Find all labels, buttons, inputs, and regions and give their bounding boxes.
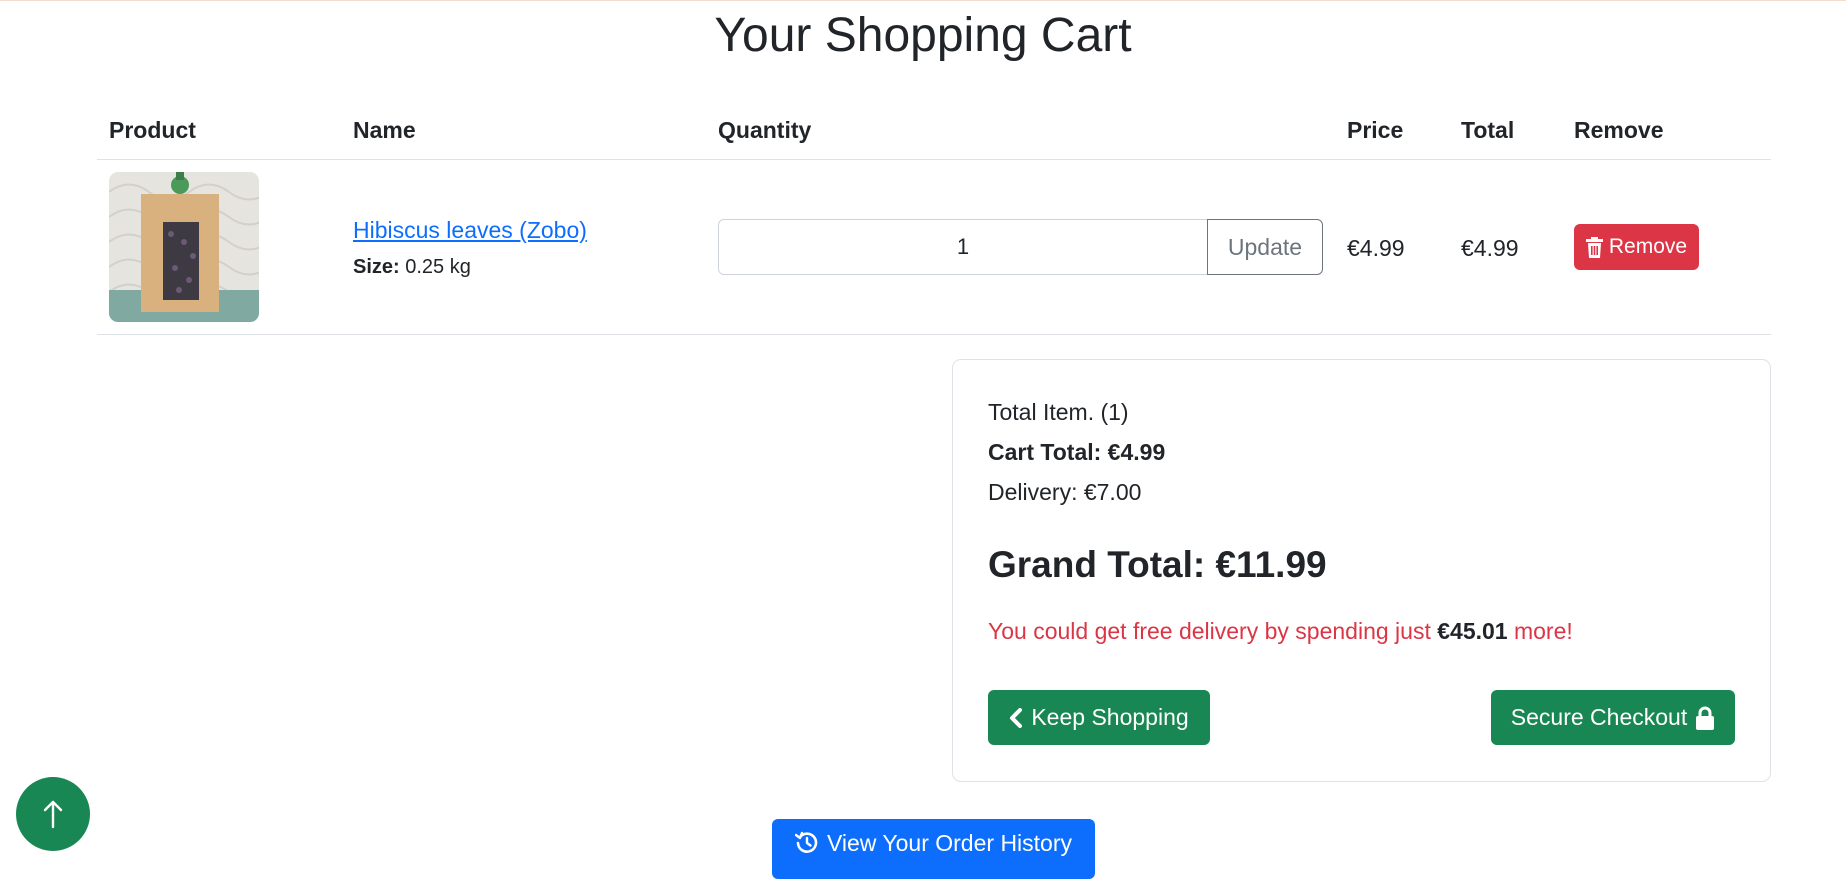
header-product: Product (109, 117, 196, 143)
keep-shopping-label: Keep Shopping (1031, 704, 1189, 730)
chevron-left-icon (1009, 707, 1023, 728)
product-image[interactable] (109, 172, 259, 322)
size-value: 0.25 kg (405, 256, 471, 278)
order-history-label: View Your Order History (826, 829, 1072, 856)
trash-icon (1585, 236, 1603, 258)
header-quantity: Quantity (718, 117, 812, 143)
checkout-label: Secure Checkout (1510, 704, 1688, 730)
cart-total: Cart Total: €4.99 (988, 439, 1166, 465)
order-history-button[interactable]: View Your Order History (772, 819, 1095, 879)
delivery-cost: Delivery: €7.00 (988, 479, 1142, 505)
table-row-divider (97, 334, 1771, 335)
table-header-divider (97, 159, 1771, 160)
header-total: Total (1461, 117, 1515, 143)
header-name: Name (353, 117, 416, 143)
lock-icon (1695, 706, 1715, 730)
history-icon (794, 831, 819, 855)
page-title: Your Shopping Cart (714, 9, 1132, 62)
top-border (0, 0, 1846, 1)
header-price: Price (1347, 117, 1404, 143)
size-label: Size: (353, 256, 400, 278)
keep-shopping-button[interactable]: Keep Shopping (988, 690, 1210, 745)
quantity-input[interactable]: 1 (718, 219, 1208, 275)
total-value: €4.99 (1461, 235, 1519, 261)
product-size: Size: 0.25 kg (353, 253, 471, 281)
scroll-top-button[interactable] (16, 777, 90, 851)
remove-button-label: Remove (1608, 235, 1688, 258)
free-delivery-message: You could get free delivery by spending … (988, 616, 1573, 646)
price-value: €4.99 (1347, 235, 1405, 261)
update-button[interactable]: Update (1207, 219, 1323, 275)
free-delivery-prefix: You could get free delivery by spending … (988, 618, 1431, 644)
remove-button[interactable]: Remove (1574, 224, 1699, 270)
free-delivery-suffix: more! (1513, 618, 1573, 644)
secure-checkout-button[interactable]: Secure Checkout (1491, 690, 1735, 745)
grand-total: Grand Total: €11.99 (988, 544, 1327, 585)
product-name-link[interactable]: Hibiscus leaves (Zobo) (353, 215, 587, 245)
arrow-up-icon (42, 799, 64, 829)
free-delivery-amount: €45.01 (1437, 618, 1508, 644)
header-remove: Remove (1574, 117, 1664, 143)
total-items: Total Item. (1) (988, 399, 1129, 425)
